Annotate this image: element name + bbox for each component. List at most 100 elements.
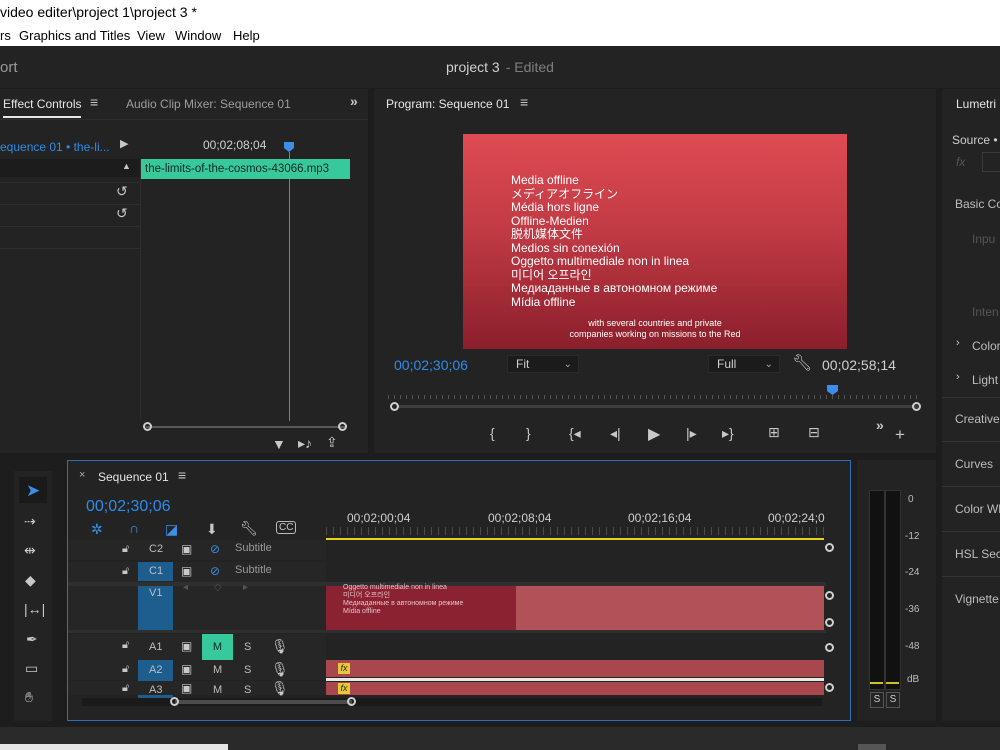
tab-effect-controls[interactable]: Effect Controls [3,97,81,111]
audio-level-line[interactable] [326,678,824,681]
keyframe-next-icon[interactable]: ▸ [243,582,248,593]
go-to-in-icon[interactable]: {◂ [569,425,581,442]
lock-icon[interactable]: 🔓︎ [122,682,129,695]
panel-menu-icon[interactable]: ≡ [178,467,186,483]
basic-correction[interactable]: Basic Co [955,197,1000,211]
mute-button-a3[interactable]: M [213,684,222,696]
toggle-output-icon[interactable]: ▣ [181,542,192,556]
extract-icon[interactable]: ⊟ [808,424,820,441]
vignette-section[interactable]: Vignette [955,592,999,606]
ripple-edit-icon[interactable]: ⇹ [24,542,36,559]
timeline-scroll-thumb[interactable] [175,700,352,704]
zoom-handle-left[interactable] [390,402,399,411]
play-audio-icon[interactable]: ▸♪ [298,435,312,452]
microphone-icon[interactable]: 🎙︎ [271,680,289,697]
color-wheels-section[interactable]: Color Wh [955,502,1000,516]
fx-badge[interactable]: fx [338,663,350,674]
add-marker-icon[interactable]: ⬇ [206,521,218,538]
solo-left-button[interactable]: S [870,692,884,708]
lock-icon[interactable]: 🔓︎ [122,663,129,676]
razor-tool-icon[interactable]: ◆ [25,572,36,589]
play-icon[interactable]: ▶ [648,424,660,444]
program-monitor-title[interactable]: Program: Sequence 01 [386,97,509,111]
mark-in-icon[interactable]: { [490,425,495,441]
toggle-sync-icon[interactable]: ▣ [181,639,192,653]
scroll-handle-right[interactable] [347,697,356,706]
zoom-handle-left[interactable] [143,422,152,431]
lock-icon[interactable]: 🔓︎ [122,565,129,578]
program-zoom-bar[interactable] [396,405,918,408]
microphone-icon[interactable]: 🎙︎ [271,638,289,655]
expand-arrow-icon[interactable]: ▶ [120,137,128,150]
mark-out-icon[interactable]: } [526,425,531,441]
menu-item-window[interactable]: Window [175,28,221,43]
hsl-section[interactable]: HSL Seco [955,547,1000,561]
menu-item-markers[interactable]: rs [0,28,11,43]
program-playhead-icon[interactable] [827,385,838,395]
lock-icon[interactable]: 🔓︎ [122,639,129,652]
wrench-icon[interactable]: 🔧︎ [792,353,812,373]
v1-clip[interactable] [516,586,824,630]
panel-menu-icon[interactable]: ≡ [90,94,98,110]
chevron-right-icon[interactable]: › [956,337,960,349]
menu-item-view[interactable]: View [137,28,165,43]
go-to-out-icon[interactable]: ▸} [722,425,734,442]
a3-audio-clip[interactable] [326,682,824,695]
timeline-timecode[interactable]: 00;02;30;06 [86,498,171,516]
step-back-icon[interactable]: ◂| [610,425,621,442]
timeline-tab[interactable]: Sequence 01 [98,470,169,484]
more-panels-icon[interactable]: » [350,93,358,109]
more-buttons-icon[interactable]: » [876,417,884,433]
lift-icon[interactable]: ⊞ [768,424,780,441]
v1-clip-offline[interactable]: Oggetto multimediale non in linea 미디어 오프… [326,584,516,630]
close-icon[interactable]: × [79,469,85,481]
lock-icon[interactable]: 🔓︎ [122,543,129,556]
menu-item-help[interactable]: Help [233,28,260,43]
scroll-handle[interactable] [825,543,834,552]
light-section[interactable]: Light [972,373,998,387]
color-section[interactable]: Color [972,339,1000,353]
keyframe-add-icon[interactable]: ◇ [214,582,222,593]
rectangle-tool-icon[interactable]: ▭ [25,660,38,677]
filter-icon[interactable]: ▼ [272,436,286,452]
solo-button-a3[interactable]: S [244,684,251,696]
mute-button-a2[interactable]: M [213,664,222,676]
solo-button-a2[interactable]: S [244,664,251,676]
export-frame-icon[interactable]: ⇪ [326,434,338,451]
track-height-handle[interactable] [825,643,834,652]
ec-playhead-icon[interactable] [284,142,294,152]
menu-item-graphics[interactable]: Graphics and Titles [19,28,130,43]
track-select-icon[interactable]: ⇢ [24,513,36,530]
ec-zoom-bar[interactable] [146,426,346,428]
keyframe-prev-icon[interactable]: ◂ [183,582,188,593]
reset-icon[interactable]: ↺ [116,183,128,200]
zoom-handle-right[interactable] [912,402,921,411]
fit-dropdown[interactable]: Fit ⌄ [507,355,579,373]
zoom-handle-right[interactable] [338,422,347,431]
work-area-bar[interactable] [326,538,824,540]
timeline-ruler-ticks[interactable] [326,527,826,535]
scroll-handle-left[interactable] [170,697,179,706]
program-current-time[interactable]: 00;02;30;06 [394,357,468,373]
clip-reference[interactable]: equence 01 • the-li... [0,140,110,154]
lumetri-tab[interactable]: Lumetri [956,97,996,111]
track-height-handle[interactable] [825,618,834,627]
a2-audio-clip[interactable] [326,660,824,677]
toggle-sync-icon[interactable]: ▣ [181,681,192,695]
solo-button-a1[interactable]: S [244,641,251,653]
wrench-icon[interactable]: 🔧︎ [240,520,258,537]
fx-badge[interactable]: fx [338,683,350,694]
hand-tool-icon[interactable]: ✋︎ [25,689,33,706]
collapse-arrow-icon[interactable]: ▲ [122,161,131,171]
eye-hidden-icon[interactable]: ⊘ [210,564,220,578]
lumetri-source[interactable]: Source • [952,133,998,147]
linked-selection-icon[interactable]: ◪ [165,521,178,538]
track-height-handle[interactable] [825,591,834,600]
add-button-icon[interactable]: + [895,425,905,445]
slip-tool-icon[interactable]: |↔| [24,601,45,617]
toggle-output-icon[interactable]: ▣ [181,564,192,578]
creative-section[interactable]: Creative [955,412,1000,426]
solo-right-button[interactable]: S [886,692,900,708]
snap-icon[interactable]: ∩ [129,520,139,536]
program-ruler[interactable] [388,395,918,399]
